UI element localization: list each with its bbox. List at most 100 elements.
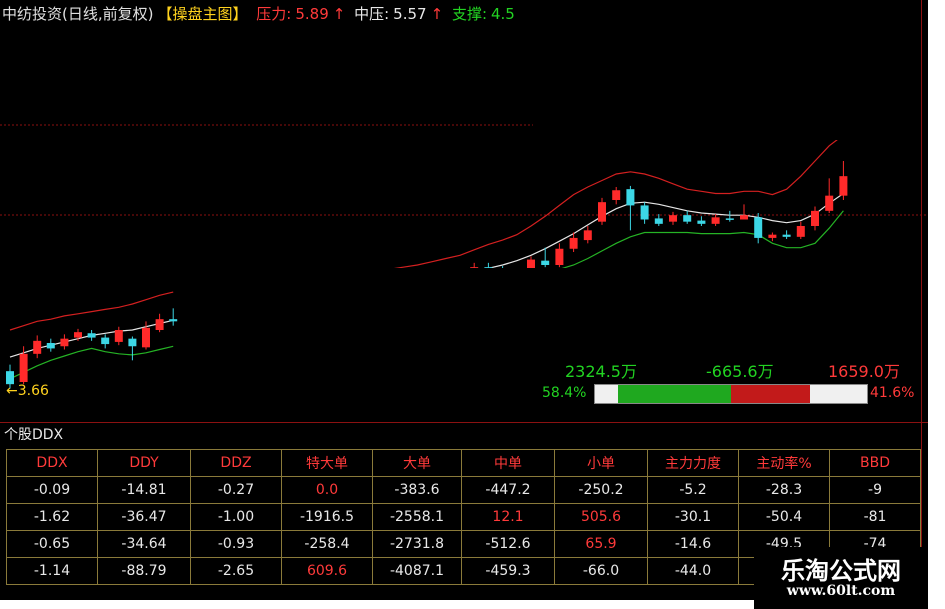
candle-body xyxy=(74,332,82,338)
ddx-cell: -9 xyxy=(829,476,921,504)
candle-body xyxy=(46,343,55,349)
ddx-column-header[interactable]: 小单 xyxy=(554,449,648,477)
candle-body xyxy=(825,195,834,211)
candle-body xyxy=(654,218,663,224)
ddx-cell: -1.14 xyxy=(6,557,98,585)
candle-body xyxy=(782,234,791,237)
candle-body xyxy=(683,215,692,222)
redacted-area xyxy=(178,268,763,338)
candle-body xyxy=(555,248,564,265)
ddx-cell: -4087.1 xyxy=(372,557,462,585)
ddx-cell: -512.6 xyxy=(461,530,555,558)
indicator-tag[interactable]: 【操盘主图】 xyxy=(157,5,247,23)
ddx-cell: -88.79 xyxy=(97,557,191,585)
flow-value-mid: -665.6万 xyxy=(706,362,774,381)
mid-pressure-value: 5.57 xyxy=(393,5,427,23)
flow-value-small: 1659.0万 xyxy=(828,362,900,381)
ddx-cell: -2558.1 xyxy=(372,503,462,531)
ddx-cell: -5.2 xyxy=(647,476,739,504)
panel-border xyxy=(921,0,922,600)
candle-body xyxy=(541,260,550,265)
candle-body xyxy=(711,217,720,224)
ddx-cell: -0.65 xyxy=(6,530,98,558)
candle-body xyxy=(796,226,805,237)
candle-body xyxy=(839,176,848,196)
low-price-marker: ←3.66 xyxy=(6,383,49,399)
panel-divider xyxy=(0,422,928,423)
mid-pressure-label: 中压: xyxy=(354,5,390,23)
flow-bar-segment xyxy=(809,385,867,403)
candle-body xyxy=(155,319,164,330)
candle-body xyxy=(612,190,621,200)
ddx-column-header[interactable]: DDY xyxy=(97,449,191,477)
chart-header: 中纺投资(日线,前复权) 【操盘主图】 压力: 5.89 ↑ 中压: 5.57 ↑ 支撑:… xyxy=(2,3,519,25)
ddx-cell: -0.27 xyxy=(190,476,282,504)
ddx-cell: 609.6 xyxy=(281,557,373,585)
candle-body xyxy=(114,330,123,342)
ddx-cell: -14.6 xyxy=(647,530,739,558)
candle-body xyxy=(640,205,649,220)
ddx-cell: -1.62 xyxy=(6,503,98,531)
chart-screen: 中纺投资(日线,前复权) 【操盘主图】 压力: 5.89 ↑ 中压: 5.57 ↑ 支撑:… xyxy=(0,0,928,600)
ddx-panel-title: 个股DDX xyxy=(4,427,64,443)
candle-body xyxy=(697,220,706,224)
candle-body xyxy=(754,217,763,238)
ddx-cell: -383.6 xyxy=(372,476,462,504)
flow-bar-segment xyxy=(730,385,810,403)
ddx-column-header[interactable]: BBD xyxy=(829,449,921,477)
outflow-percent: 41.6% xyxy=(870,385,915,401)
ddx-cell: -2731.8 xyxy=(372,530,462,558)
pressure-label: 压力: xyxy=(256,5,292,23)
candle-body xyxy=(583,230,592,241)
candle-body xyxy=(725,218,734,220)
candle-body xyxy=(569,237,578,249)
ddx-cell: -0.09 xyxy=(6,476,98,504)
arrow-up-icon: ↑ xyxy=(332,5,346,23)
ddx-column-header[interactable]: DDX xyxy=(6,449,98,477)
ddx-cell: -447.2 xyxy=(461,476,555,504)
ddx-cell: -81 xyxy=(829,503,921,531)
candle-body xyxy=(142,327,150,348)
ddx-cell: 0.0 xyxy=(281,476,373,504)
inflow-percent: 58.4% xyxy=(542,385,587,401)
ddx-cell: 65.9 xyxy=(554,530,648,558)
candle-body xyxy=(669,215,677,222)
watermark: 乐淘公式网 www.60lt.com xyxy=(754,547,928,609)
ddx-column-header[interactable]: 主力力度 xyxy=(647,449,739,477)
candle-body xyxy=(19,353,28,382)
ddx-cell: -34.64 xyxy=(97,530,191,558)
flow-bar-segment xyxy=(618,385,731,403)
ddx-cell: -44.0 xyxy=(647,557,739,585)
ddx-table-row: -0.09 -14.81 -0.27 0.0 -383.6 -447.2 -250.2 -5.… xyxy=(6,476,921,504)
candle-body xyxy=(60,338,69,347)
ddx-table-row: -1.62 -36.47 -1.00 -1916.5 -2558.1 12.1 505.6-… xyxy=(6,503,921,531)
ddx-cell: -14.81 xyxy=(97,476,191,504)
fund-flow-bar xyxy=(594,384,868,404)
candle-body xyxy=(33,340,42,354)
ddx-cell: -1.00 xyxy=(190,503,282,531)
candle-body xyxy=(101,337,110,345)
ddx-cell: -66.0 xyxy=(554,557,648,585)
watermark-site-name: 乐淘公式网 xyxy=(781,557,901,585)
candle-body xyxy=(87,333,96,338)
ddx-cell: -0.93 xyxy=(190,530,282,558)
candle-body xyxy=(128,338,137,347)
ddx-cell: -28.3 xyxy=(738,476,830,504)
ddx-column-header[interactable]: 主动率% xyxy=(738,449,830,477)
ddx-column-header[interactable]: DDZ xyxy=(190,449,282,477)
ddx-cell: -30.1 xyxy=(647,503,739,531)
flow-value-main: 2324.5万 xyxy=(565,362,637,381)
watermark-url: www.60lt.com xyxy=(786,583,896,599)
ddx-cell: -459.3 xyxy=(461,557,555,585)
candle-body xyxy=(811,210,819,226)
support-value: 4.5 xyxy=(491,5,515,23)
ddx-column-header[interactable]: 特大单 xyxy=(281,449,373,477)
upper-band-line xyxy=(9,291,174,331)
candle-body xyxy=(169,319,178,322)
pressure-value: 5.89 xyxy=(295,5,329,23)
ddx-header-row: DDX DDY DDZ 特大单 大单 中单 小单 主力力度 主动率% BBD xyxy=(6,449,921,477)
flow-bar-segment xyxy=(595,385,619,403)
ddx-column-header[interactable]: 大单 xyxy=(372,449,462,477)
ddx-column-header[interactable]: 中单 xyxy=(461,449,555,477)
redacted-area xyxy=(533,0,928,140)
